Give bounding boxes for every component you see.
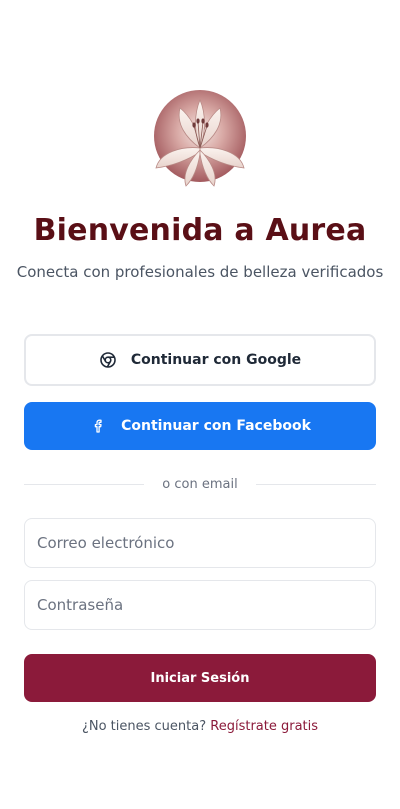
page-title: Bienvenida a Aurea [33,213,367,248]
or-divider: o con email [24,474,377,494]
facebook-signin-label: Continuar con Facebook [121,418,311,434]
facebook-icon [89,417,107,435]
divider-text: o con email [162,476,238,492]
google-signin-label: Continuar con Google [130,352,302,368]
divider-line-right [255,483,377,485]
google-icon [99,351,117,369]
signup-prompt: ¿No tienes cuenta? Regístrate gratis [0,719,400,734]
login-screen: Bienvenida a Aurea Conecta con profesion… [0,0,400,809]
signup-prompt-text: ¿No tienes cuenta? [81,719,207,734]
login-button[interactable]: Iniciar Sesión [24,654,376,702]
email-field[interactable] [24,518,376,568]
signup-link[interactable]: Regístrate gratis [210,719,318,734]
divider-line-left [24,483,145,485]
google-signin-button[interactable]: Continuar con Google [24,334,376,386]
page-subtitle: Conecta con profesionales de belleza ver… [16,263,384,281]
lily-flower-icon [152,86,248,190]
facebook-signin-button[interactable]: Continuar con Facebook [24,402,376,450]
password-field[interactable] [24,580,376,630]
